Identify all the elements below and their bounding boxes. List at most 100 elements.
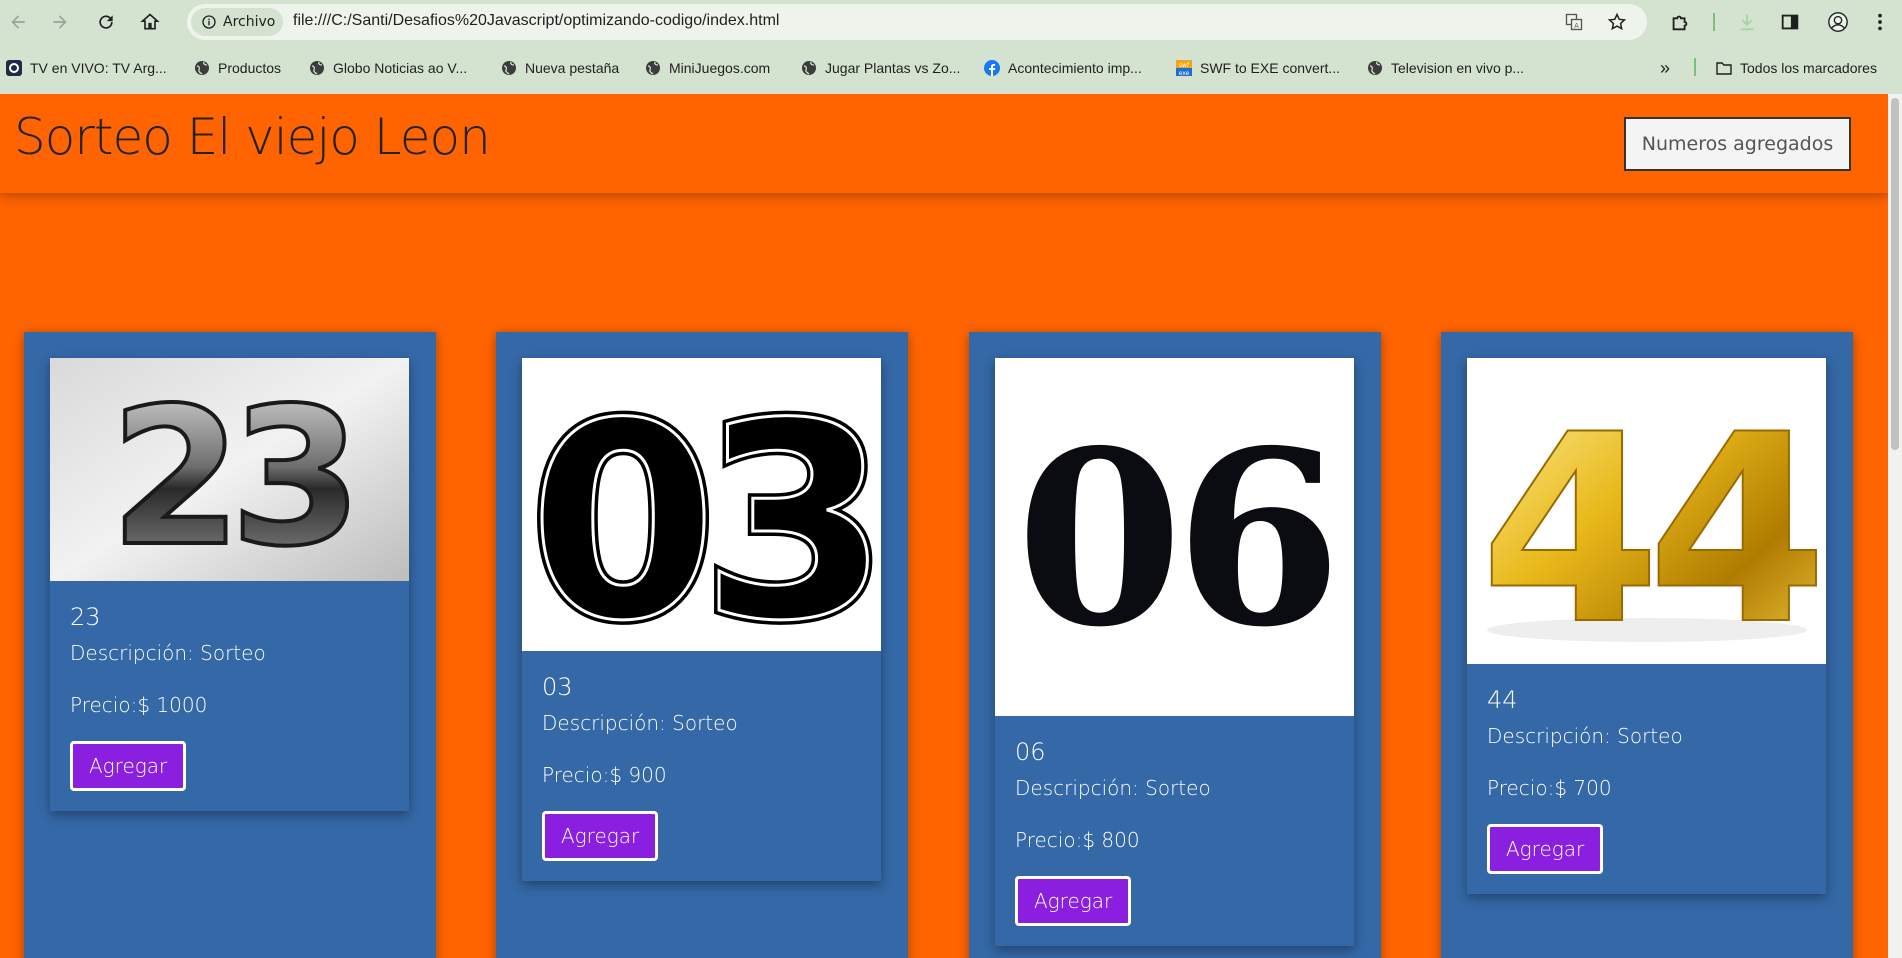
page-title: Sorteo El viejo Leon bbox=[14, 108, 491, 166]
toolbar-separator bbox=[1713, 13, 1715, 31]
image-number-text: 23 bbox=[110, 367, 350, 581]
bookmarks-bar: TV en VIVO: TV Arg... Productos Globo No… bbox=[0, 52, 1902, 84]
product-image: 06 bbox=[995, 358, 1354, 716]
site-info-chip[interactable]: Archivo bbox=[191, 8, 283, 36]
globe-icon bbox=[501, 60, 517, 76]
avatar-icon bbox=[1828, 12, 1848, 32]
swf-exe-icon: swf exe bbox=[1176, 60, 1192, 76]
image-number-text: 44 bbox=[1480, 380, 1818, 664]
bookmark-item[interactable]: Acontecimiento imp... bbox=[984, 56, 1142, 80]
product-card: 44 44 Descripción: Sorteo Precio:$ 700 A… bbox=[1467, 358, 1826, 894]
bookmark-item[interactable]: MiniJuegos.com bbox=[645, 56, 770, 80]
bookmark-label: MiniJuegos.com bbox=[669, 60, 771, 76]
card-body: 23 Descripción: Sorteo Precio:$ 1000 Agr… bbox=[50, 581, 409, 811]
downloads-button[interactable] bbox=[1733, 8, 1761, 36]
profile-button[interactable] bbox=[1824, 8, 1852, 36]
forward-button[interactable] bbox=[44, 6, 76, 38]
bookmark-item[interactable]: Globo Noticias ao V... bbox=[309, 56, 467, 80]
back-button[interactable] bbox=[2, 6, 34, 38]
product-card: 03 03 03 Descripción: Sorteo Precio:$ 90… bbox=[522, 358, 881, 881]
bookmark-item[interactable]: TV en VIVO: TV Arg... bbox=[6, 56, 167, 80]
product-image: 23 bbox=[50, 358, 409, 581]
address-bar[interactable]: Archivo file:///C:/Santi/Desafios%20Java… bbox=[187, 4, 1647, 40]
product-number: 44 bbox=[1487, 686, 1518, 714]
globe-icon bbox=[309, 60, 325, 76]
arrow-right-icon bbox=[53, 15, 67, 29]
product-number: 03 bbox=[542, 673, 573, 701]
bookmark-item[interactable]: Television en vivo p... bbox=[1367, 56, 1524, 80]
side-panel-icon bbox=[1781, 14, 1799, 30]
add-button[interactable]: Agregar bbox=[1015, 876, 1132, 926]
side-panel-button[interactable] bbox=[1776, 8, 1804, 36]
bookmark-item[interactable]: Jugar Plantas vs Zo... bbox=[801, 56, 960, 80]
tv-app-icon bbox=[6, 60, 22, 76]
url-text[interactable]: file:///C:/Santi/Desafios%20Javascript/o… bbox=[293, 12, 779, 30]
bookmarks-separator bbox=[1694, 58, 1696, 76]
home-button[interactable] bbox=[134, 6, 166, 38]
product-description: Descripción: Sorteo bbox=[1015, 776, 1211, 800]
add-button[interactable]: Agregar bbox=[1487, 824, 1604, 874]
svg-text:exe: exe bbox=[1179, 70, 1190, 76]
bookmark-label: SWF to EXE convert... bbox=[1200, 60, 1341, 76]
add-button[interactable]: Agregar bbox=[542, 811, 659, 861]
site-info-label: Archivo bbox=[223, 14, 276, 30]
product-column: 23 23 Descripción: Sorteo Precio:$ 1000 … bbox=[24, 332, 436, 958]
puzzle-icon bbox=[1672, 15, 1688, 31]
bookmark-item[interactable]: Nueva pestaña bbox=[501, 56, 619, 80]
bookmark-label: TV en VIVO: TV Arg... bbox=[30, 60, 167, 76]
product-card: 23 23 Descripción: Sorteo Precio:$ 1000 … bbox=[50, 358, 409, 811]
bookmark-label: Productos bbox=[218, 60, 282, 76]
product-image: 44 bbox=[1467, 358, 1826, 664]
browser-toolbar: Archivo file:///C:/Santi/Desafios%20Java… bbox=[0, 0, 1902, 44]
reload-icon bbox=[99, 15, 113, 29]
product-price: Precio:$ 800 bbox=[1015, 828, 1140, 852]
bookmarks-overflow-button[interactable]: » bbox=[1660, 56, 1670, 80]
product-description: Descripción: Sorteo bbox=[70, 641, 266, 665]
add-button[interactable]: Agregar bbox=[70, 741, 187, 791]
globe-icon bbox=[801, 60, 817, 76]
bookmark-label: Globo Noticias ao V... bbox=[333, 60, 468, 76]
site-header: Sorteo El viejo Leon Numeros agregados bbox=[0, 94, 1888, 193]
extensions-button[interactable] bbox=[1666, 8, 1694, 36]
product-price: Precio:$ 1000 bbox=[70, 693, 208, 717]
page-scrollbar[interactable] bbox=[1888, 94, 1902, 958]
product-description: Descripción: Sorteo bbox=[1487, 724, 1683, 748]
image-number-text: 06 bbox=[1016, 398, 1334, 680]
svg-text:A: A bbox=[1574, 22, 1579, 30]
added-numbers-button[interactable]: Numeros agregados bbox=[1624, 117, 1851, 171]
star-icon bbox=[1607, 12, 1627, 31]
bookmark-label: Nueva pestaña bbox=[525, 60, 620, 76]
product-column: 44 44 Descripción: Sorteo Precio:$ 700 A… bbox=[1441, 332, 1853, 958]
bookmark-label: Acontecimiento imp... bbox=[1008, 60, 1142, 76]
home-icon bbox=[140, 13, 160, 30]
product-number: 06 bbox=[1015, 738, 1046, 766]
globe-icon bbox=[645, 60, 661, 76]
product-column: 06 06 Descripción: Sorteo Precio:$ 800 A… bbox=[969, 332, 1381, 958]
arrow-left-icon bbox=[11, 15, 25, 29]
download-icon bbox=[1740, 14, 1754, 31]
card-body: 44 Descripción: Sorteo Precio:$ 700 Agre… bbox=[1467, 664, 1826, 894]
translate-button[interactable]: A bbox=[1562, 10, 1586, 34]
product-number: 23 bbox=[70, 603, 101, 631]
bookmark-star-button[interactable] bbox=[1605, 10, 1629, 34]
facebook-icon bbox=[984, 60, 1000, 76]
reload-button[interactable] bbox=[90, 6, 122, 38]
bookmark-item[interactable]: Productos bbox=[194, 56, 281, 80]
product-price: Precio:$ 900 bbox=[542, 763, 667, 787]
product-description: Descripción: Sorteo bbox=[542, 711, 738, 735]
product-card: 06 06 Descripción: Sorteo Precio:$ 800 A… bbox=[995, 358, 1354, 946]
scrollbar-thumb[interactable] bbox=[1891, 98, 1899, 450]
browser-chrome: Archivo file:///C:/Santi/Desafios%20Java… bbox=[0, 0, 1902, 94]
bookmark-label: Television en vivo p... bbox=[1391, 60, 1525, 76]
all-bookmarks-button[interactable]: Todos los marcadores bbox=[1716, 56, 1877, 80]
kebab-menu-icon bbox=[1878, 13, 1882, 31]
bookmark-item[interactable]: swf exe SWF to EXE convert... bbox=[1176, 56, 1340, 80]
globe-icon bbox=[1367, 60, 1383, 76]
all-bookmarks-label: Todos los marcadores bbox=[1740, 60, 1877, 76]
globe-icon bbox=[194, 60, 210, 76]
folder-icon bbox=[1716, 60, 1732, 76]
card-body: 06 Descripción: Sorteo Precio:$ 800 Agre… bbox=[995, 716, 1354, 946]
svg-text:swf: swf bbox=[1179, 62, 1190, 69]
image-number-outline: 03 bbox=[529, 365, 873, 651]
menu-button[interactable] bbox=[1866, 8, 1894, 36]
